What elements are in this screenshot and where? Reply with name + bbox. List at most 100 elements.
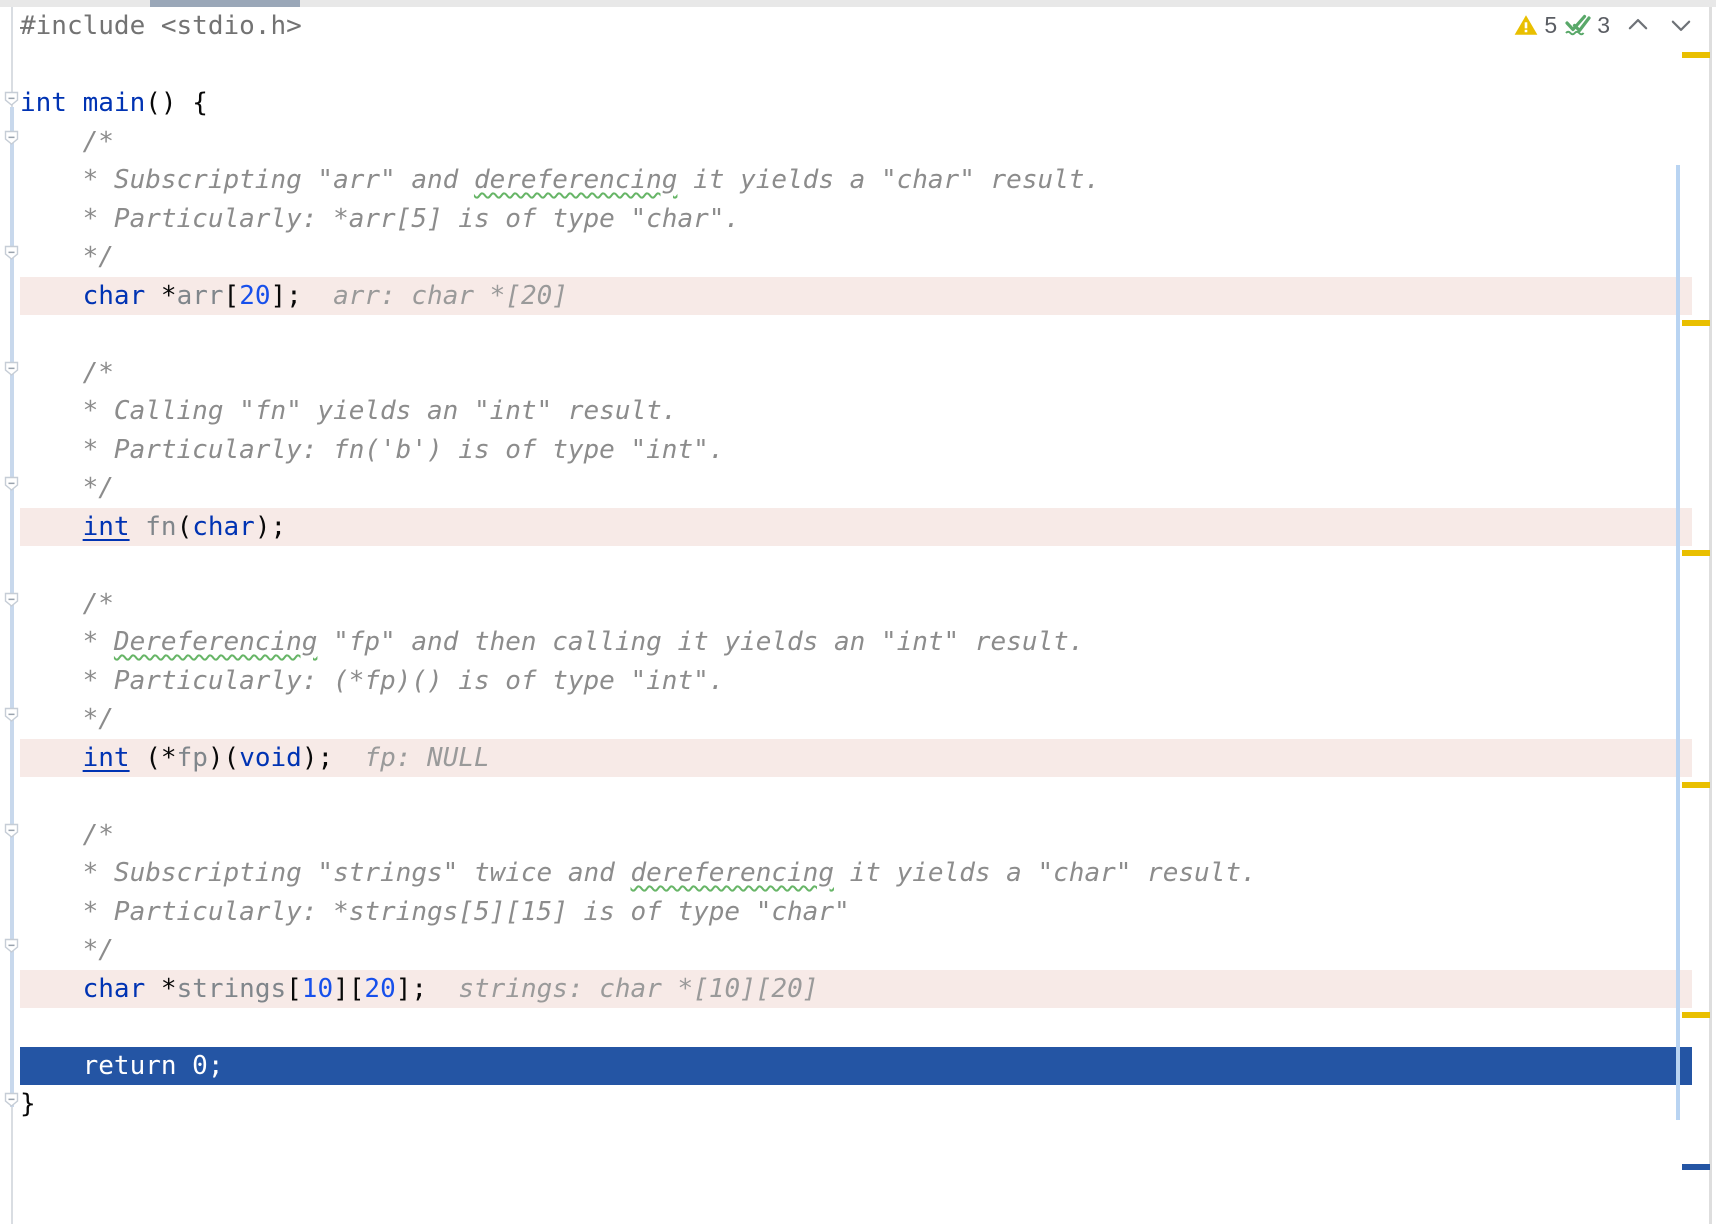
code-line-text: * Particularly: (*fp)() is of type "int"… <box>20 665 725 696</box>
code-line[interactable]: return 0; <box>20 1046 1692 1085</box>
code-line[interactable]: * Particularly: *arr[5] is of type "char… <box>20 200 1692 239</box>
code-line[interactable] <box>20 777 1692 816</box>
token-plain: ][ <box>333 973 365 1004</box>
token-comment: * Particularly: fn('b') is of type "int"… <box>20 434 725 465</box>
token-comment: * Particularly: *arr[5] is of type "char… <box>20 203 741 234</box>
inspection-widget[interactable]: 5 3 <box>1513 8 1696 42</box>
code-line[interactable]: */ <box>20 931 1692 970</box>
code-line[interactable] <box>20 546 1692 585</box>
code-line-text: */ <box>20 935 114 965</box>
fold-marker-comment-7[interactable] <box>4 823 19 838</box>
token-plain: ); <box>254 511 287 542</box>
code-line-text: int (*fp)(void); fp: NULL <box>20 743 490 773</box>
warning-indicator[interactable]: 5 <box>1513 12 1557 39</box>
token-plain: [ <box>223 280 240 311</box>
token-comment: * Particularly: *strings[5][15] is of ty… <box>20 896 850 927</box>
code-line[interactable]: char *arr[20]; arr: char *[20] <box>20 276 1692 315</box>
token-fn: main <box>82 88 146 118</box>
token-comment: * Particularly: (*fp)() is of type "int"… <box>20 665 725 696</box>
stripe-warning-marker[interactable] <box>1682 320 1710 326</box>
token-ident: arr <box>176 280 224 311</box>
stripe-caret-marker[interactable] <box>1682 1164 1710 1170</box>
code-line[interactable] <box>20 46 1692 85</box>
code-line[interactable]: int fn(char); <box>20 507 1692 546</box>
code-line[interactable]: * Subscripting "strings" twice and deref… <box>20 854 1692 893</box>
code-line[interactable]: int main() { <box>20 84 1692 123</box>
fold-marker-comment-4[interactable] <box>4 476 19 491</box>
token-kw-u: int <box>82 742 130 773</box>
stripe-warning-marker[interactable] <box>1682 1012 1710 1018</box>
code-line[interactable]: */ <box>20 238 1692 277</box>
code-line-text: int fn(char); <box>20 511 287 542</box>
chevron-down-icon[interactable] <box>1666 10 1696 40</box>
code-line-text: } <box>20 1089 36 1119</box>
code-line[interactable]: * Calling "fn" yields an "int" result. <box>20 392 1692 431</box>
token-comment: /* <box>20 126 114 157</box>
code-line[interactable]: /* <box>20 585 1692 624</box>
code-line[interactable]: /* <box>20 354 1692 393</box>
code-editor[interactable]: #include <stdio.h> int main() { /* * Sub… <box>0 0 1716 1224</box>
code-line-text: /* <box>20 589 114 619</box>
stripe-warning-marker[interactable] <box>1682 782 1710 788</box>
code-line[interactable]: #include <stdio.h> <box>20 7 1692 46</box>
code-line[interactable] <box>20 315 1692 354</box>
code-line[interactable]: */ <box>20 700 1692 739</box>
code-text-area[interactable]: #include <stdio.h> int main() { /* * Sub… <box>20 7 1692 1224</box>
token-plain: * <box>145 973 177 1004</box>
token-num: 20 <box>364 973 396 1004</box>
fold-marker-main-end[interactable] <box>4 1092 19 1107</box>
horizontal-scrollbar-thumb[interactable] <box>150 0 300 7</box>
token-plain: ( <box>176 511 193 542</box>
chevron-up-icon[interactable] <box>1623 10 1653 40</box>
scrollbar-track[interactable] <box>1709 7 1712 1224</box>
token-kw-u: int <box>82 511 130 542</box>
stripe-warning-marker[interactable] <box>1682 550 1710 556</box>
code-line-text: * Calling "fn" yields an "int" result. <box>20 396 678 426</box>
token-comment: */ <box>20 473 114 503</box>
token-plain: () { <box>145 88 208 118</box>
code-line[interactable]: } <box>20 1085 1692 1124</box>
fold-marker-comment-6[interactable] <box>4 707 19 722</box>
fold-marker-comment-1[interactable] <box>4 130 19 145</box>
inspection-ok-indicator[interactable]: 3 <box>1564 12 1610 39</box>
code-line[interactable]: * Particularly: fn('b') is of type "int"… <box>20 431 1692 470</box>
code-line-text: /* <box>20 358 114 388</box>
fold-marker-comment-2[interactable] <box>4 245 19 260</box>
horizontal-scrollbar[interactable] <box>0 0 1716 7</box>
token-comment: */ <box>20 935 114 965</box>
fold-marker-comment-3[interactable] <box>4 361 19 376</box>
code-line-text: #include <stdio.h> <box>20 11 302 41</box>
code-line-text: */ <box>20 473 114 503</box>
token-inlay: arr: char *[20] <box>301 280 568 311</box>
code-line-text: /* <box>20 127 114 157</box>
token-plain: } <box>20 1089 36 1119</box>
token-kw: char <box>82 973 146 1004</box>
code-line[interactable]: * Subscripting "arr" and dereferencing i… <box>20 161 1692 200</box>
editor-gutter[interactable] <box>0 7 20 1224</box>
code-line[interactable]: int (*fp)(void); fp: NULL <box>20 738 1692 777</box>
code-line[interactable] <box>20 1008 1692 1047</box>
code-line[interactable]: /* <box>20 816 1692 855</box>
token-comment: * <box>20 627 114 657</box>
code-line[interactable]: * Particularly: *strings[5][15] is of ty… <box>20 893 1692 932</box>
fold-marker-main[interactable] <box>4 91 19 106</box>
token-comment-spell: Dereferencing <box>113 627 318 657</box>
code-line[interactable]: * Particularly: (*fp)() is of type "int"… <box>20 662 1692 701</box>
token-kw: int <box>20 88 67 118</box>
stripe-warning-marker[interactable] <box>1682 52 1710 58</box>
code-line[interactable]: char *strings[10][20]; strings: char *[1… <box>20 969 1692 1008</box>
token-plain: ); <box>301 742 334 773</box>
code-line[interactable]: /* <box>20 123 1692 162</box>
error-stripe-scrollbar[interactable] <box>1682 7 1716 1224</box>
code-line[interactable]: * Dereferencing "fp" and then calling it… <box>20 623 1692 662</box>
token-plain: ]; <box>270 280 302 311</box>
fold-marker-comment-8[interactable] <box>4 938 19 953</box>
code-line[interactable]: */ <box>20 469 1692 508</box>
fold-marker-comment-5[interactable] <box>4 592 19 607</box>
